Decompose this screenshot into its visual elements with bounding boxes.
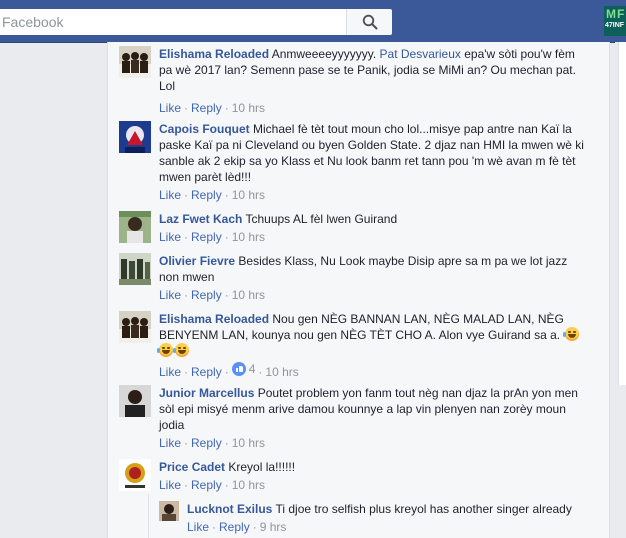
reply-link[interactable]: Reply (191, 288, 222, 302)
comment-body: Lucknot Exilus Ti djoe tro selfish plus … (187, 501, 597, 517)
avatar[interactable] (159, 501, 179, 521)
reply-link[interactable]: Reply (191, 230, 222, 244)
commenter-name[interactable]: Laz Fwet Kach (159, 212, 242, 226)
commenter-name[interactable]: Capois Fouquet (159, 122, 250, 136)
comments-panel: Elishama Reloaded Anmweeeeyyyyyyy. Pat D… (107, 42, 610, 538)
comment-text: Tchuups AL fèl lwen Guirand (245, 212, 398, 226)
commenter-name[interactable]: Olivier Fievre (159, 254, 235, 268)
page-badge-logo[interactable]: MF 47INF (604, 6, 626, 36)
comment-text: Kreyol la!!!!!! (228, 460, 296, 474)
search-button[interactable] (346, 9, 392, 35)
avatar-image (159, 501, 179, 521)
reaction-count[interactable]: 4 (231, 361, 255, 377)
comment-actions: Like · Reply · 4 · 10 hrs (159, 361, 299, 379)
like-link[interactable]: Like (159, 365, 181, 379)
comment-actions: Like · Reply · 10 hrs (159, 230, 266, 244)
avatar[interactable] (119, 211, 151, 243)
avatar-image (119, 121, 151, 153)
avatar-image (119, 459, 151, 491)
right-column-edge (615, 42, 626, 538)
like-link[interactable]: Like (187, 520, 209, 534)
commenter-name[interactable]: Elishama Reloaded (159, 312, 269, 326)
comment-body: Olivier Fievre Besides Klass, Nu Look ma… (159, 253, 587, 285)
comment-text: Ti djoe tro selfish plus kreyol has anot… (275, 502, 572, 516)
avatar[interactable] (119, 46, 151, 78)
timestamp[interactable]: 10 hrs (232, 478, 265, 492)
reply-link[interactable]: Reply (219, 520, 250, 534)
timestamp[interactable]: 10 hrs (232, 101, 265, 115)
badge-bottom-text: 47INF (605, 22, 625, 29)
like-link[interactable]: Like (159, 436, 181, 450)
like-link[interactable]: Like (159, 188, 181, 202)
comment-body: Junior Marcellus Poutet problem yon fanm… (159, 385, 587, 433)
timestamp[interactable]: 10 hrs (265, 365, 298, 379)
reply-link[interactable]: Reply (191, 478, 222, 492)
avatar-image (119, 253, 151, 285)
avatar-image (119, 46, 151, 78)
search-icon (362, 14, 377, 30)
commenter-name[interactable]: Junior Marcellus (159, 386, 254, 400)
comment-text: Anmweeeeyyyyyyy. (271, 47, 380, 61)
avatar[interactable] (119, 121, 151, 153)
avatar[interactable] (119, 385, 151, 417)
comment-body: Elishama Reloaded Anmweeeeyyyyyyy. Pat D… (159, 46, 587, 94)
reply-link[interactable]: Reply (191, 101, 222, 115)
comment-actions: Like · Reply · 10 hrs (159, 478, 266, 492)
avatar-image (119, 385, 151, 417)
timestamp[interactable]: 9 hrs (260, 520, 287, 534)
timestamp[interactable]: 10 hrs (232, 436, 265, 450)
reply-link[interactable]: Reply (191, 365, 222, 379)
reply-thread-line (148, 494, 149, 538)
like-link[interactable]: Like (159, 288, 181, 302)
comment-actions: Like · Reply · 9 hrs (187, 520, 287, 534)
comment-actions: Like · Reply · 10 hrs (159, 101, 266, 115)
laughing-emoji-icon (173, 343, 189, 357)
search-box (0, 9, 392, 35)
like-link[interactable]: Like (159, 230, 181, 244)
comment-body: Elishama Reloaded Nou gen NÈG BANNAN LAN… (157, 311, 587, 359)
commenter-name[interactable]: Price Cadet (159, 460, 225, 474)
commenter-name[interactable]: Lucknot Exilus (187, 502, 272, 516)
timestamp[interactable]: 10 hrs (232, 230, 265, 244)
right-panel-strip (618, 42, 626, 385)
top-navigation-bar: MF 47INF (0, 0, 626, 43)
avatar[interactable] (119, 459, 151, 491)
like-link[interactable]: Like (159, 478, 181, 492)
laughing-emoji-icon (563, 327, 580, 341)
commenter-name[interactable]: Elishama Reloaded (159, 47, 269, 61)
badge-top-text: MF (606, 7, 626, 21)
like-link[interactable]: Like (159, 101, 181, 115)
avatar-image (119, 211, 151, 243)
mention-link[interactable]: Pat Desvarieux (380, 47, 461, 61)
search-input[interactable] (0, 9, 346, 35)
reply-link[interactable]: Reply (191, 436, 222, 450)
avatar[interactable] (119, 311, 151, 343)
comment-actions: Like · Reply · 10 hrs (159, 436, 266, 450)
reply-link[interactable]: Reply (191, 188, 222, 202)
comment-body: Laz Fwet Kach Tchuups AL fèl lwen Guiran… (159, 211, 587, 227)
like-reaction-icon (231, 362, 246, 376)
comment-body: Capois Fouquet Michael fè tèt tout moun … (159, 121, 587, 185)
comment-body: Price Cadet Kreyol la!!!!!! (159, 459, 587, 475)
comment-actions: Like · Reply · 10 hrs (159, 188, 266, 202)
comment-actions: Like · Reply · 10 hrs (159, 288, 266, 302)
avatar[interactable] (119, 253, 151, 285)
laughing-emoji-icon (157, 343, 173, 357)
timestamp[interactable]: 10 hrs (232, 188, 265, 202)
avatar-image (119, 311, 151, 343)
timestamp[interactable]: 10 hrs (232, 288, 265, 302)
